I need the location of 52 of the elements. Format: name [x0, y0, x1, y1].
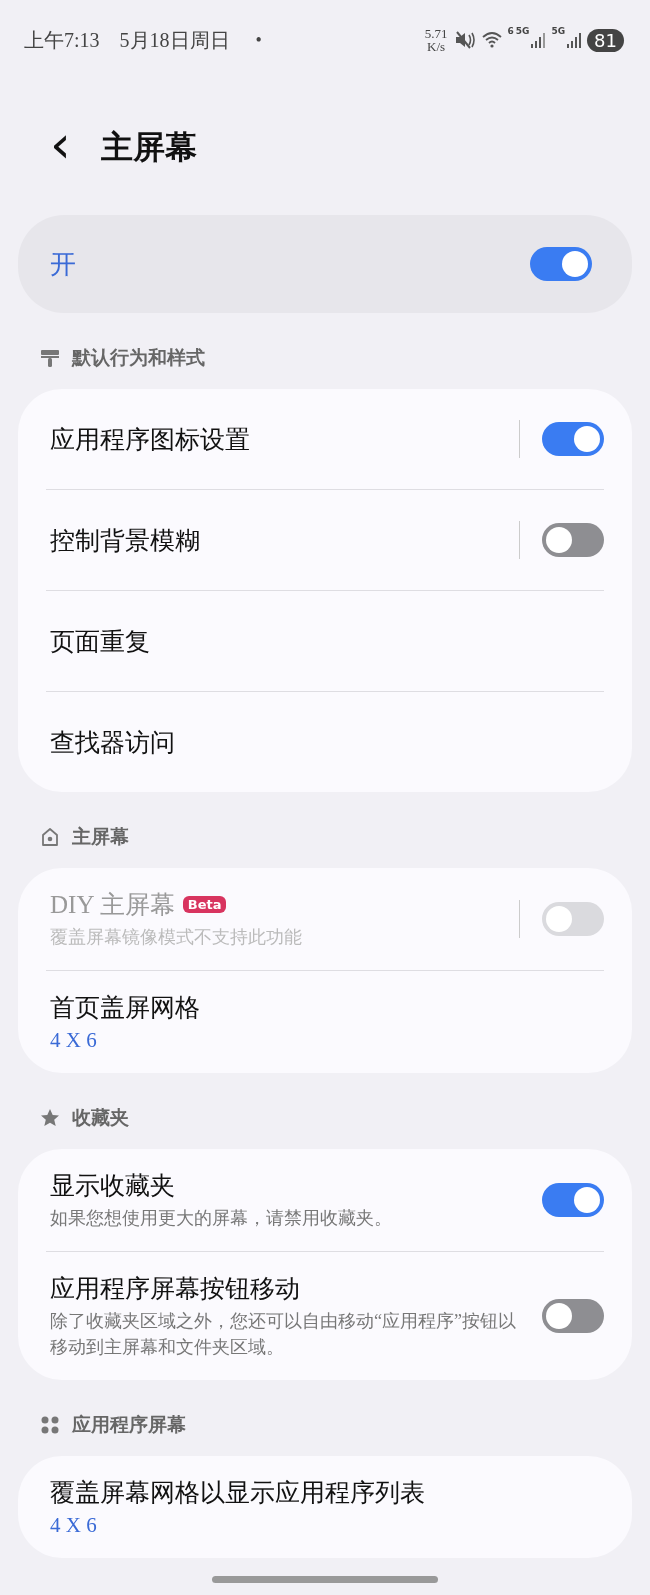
setting-title: 覆盖屏幕网格以显示应用程序列表	[50, 1477, 425, 1508]
toggle-switch[interactable]	[530, 247, 592, 281]
section-header: 主屏幕	[72, 825, 129, 849]
network-type: 5G	[551, 26, 566, 36]
signal-icon	[531, 32, 546, 48]
settings-row[interactable]: 覆盖屏幕网格以显示应用程序列表 4 X 6	[50, 1455, 604, 1558]
home-gear-icon	[40, 827, 60, 847]
setting-title: 页面重复	[50, 626, 150, 657]
toggle-switch[interactable]	[542, 523, 604, 557]
setting-value: 4 X 6	[50, 1512, 98, 1538]
page-title: 主屏幕	[100, 127, 197, 167]
setting-title: 显示收藏夹	[50, 1171, 175, 1202]
back-button[interactable]: ‹	[46, 117, 75, 178]
section-header: 应用程序屏幕	[72, 1412, 186, 1437]
speed-unit: K/s	[427, 40, 446, 53]
battery-indicator: 81	[587, 28, 624, 52]
master-switch-label: 开	[50, 248, 76, 281]
settings-row[interactable]: 控制背景模糊	[50, 490, 604, 590]
setting-value: 4 X 6	[50, 1028, 98, 1054]
network-type: 5G	[515, 26, 530, 36]
wifi-icon	[481, 31, 502, 49]
settings-row[interactable]: 查找器访问	[50, 692, 604, 792]
settings-row[interactable]: 应用程序屏幕按钮移动 除了收藏夹区域之外，您还可以自由移动“应用程序”按钮以移动到主屏幕和文件夹区域。	[50, 1252, 604, 1380]
wifi-standard-label: 6	[507, 26, 514, 36]
toggle-switch[interactable]	[542, 1183, 604, 1218]
mute-icon	[453, 30, 476, 50]
star-icon	[40, 1108, 60, 1129]
signal-icon	[567, 32, 582, 48]
setting-title: 控制背景模糊	[50, 525, 200, 556]
apps-grid-icon	[40, 1414, 60, 1435]
section-header: 默认行为和样式	[72, 346, 205, 370]
status-date: 5月18日周日	[119, 27, 230, 53]
network-speed: 5.71	[424, 27, 448, 40]
setting-title: 应用程序图标设置	[50, 424, 250, 455]
setting-title: 应用程序屏幕按钮移动	[50, 1274, 300, 1305]
notification-dot: •	[255, 29, 262, 51]
setting-title: 查找器访问	[50, 727, 175, 758]
toggle-switch[interactable]	[542, 422, 604, 456]
settings-row[interactable]: 页面重复	[50, 591, 604, 691]
section-header: 收藏夹	[72, 1106, 129, 1131]
setting-description: 除了收藏夹区域之外，您还可以自由移动“应用程序”按钮以移动到主屏幕和文件夹区域。	[50, 1310, 517, 1359]
settings-row[interactable]: 显示收藏夹 如果您想使用更大的屏幕，请禁用收藏夹。	[50, 1149, 604, 1252]
settings-row[interactable]: 应用程序图标设置	[50, 389, 604, 489]
paint-roller-icon	[40, 348, 60, 368]
setting-description: 覆盖屏幕镜像模式不支持此功能	[50, 926, 303, 949]
setting-title: 首页盖屏网格	[50, 993, 200, 1024]
status-time: 上午7:13	[24, 27, 100, 53]
setting-title: DIY 主屏幕	[50, 890, 175, 920]
settings-row[interactable]: 首页盖屏网格 4 X 6	[50, 971, 604, 1074]
beta-badge: Beta	[182, 896, 227, 913]
setting-description: 如果您想使用更大的屏幕，请禁用收藏夹。	[50, 1207, 393, 1231]
toggle-switch[interactable]	[542, 1299, 604, 1334]
